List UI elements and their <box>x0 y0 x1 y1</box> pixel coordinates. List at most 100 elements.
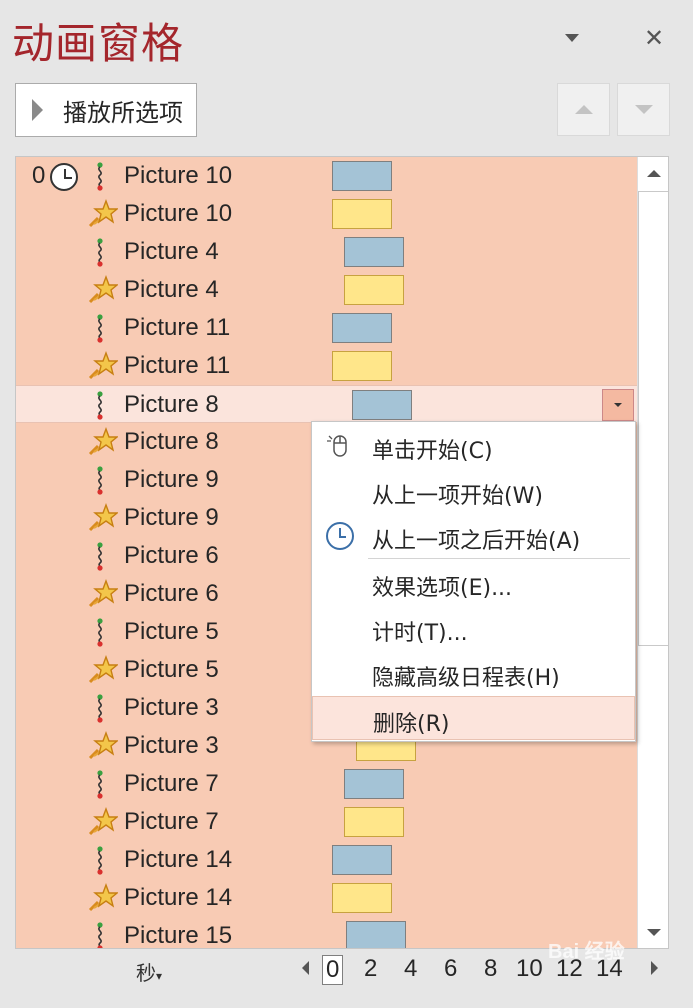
scroll-down-icon <box>646 928 661 936</box>
context-menu: 单击开始(C) 从上一项开始(W) 从上一项之后开始(A) 效果选项(E)... 计时(… <box>311 421 636 742</box>
animation-label: Picture 5 <box>124 618 219 645</box>
animation-row[interactable]: Picture 4 <box>16 271 637 309</box>
motion-path-icon <box>86 464 118 496</box>
mouse-icon <box>326 432 354 460</box>
motion-path-icon <box>86 389 118 421</box>
clock-icon <box>326 522 354 550</box>
arrow-down-icon <box>634 105 653 114</box>
animation-label: Picture 9 <box>124 466 219 493</box>
animation-label: Picture 8 <box>124 428 219 455</box>
scroll-thumb[interactable] <box>638 191 668 646</box>
animation-label: Picture 11 <box>124 314 231 341</box>
timing-bar[interactable] <box>332 199 392 229</box>
animation-row[interactable]: 0 Picture 10 <box>16 157 637 195</box>
play-icon <box>32 99 43 121</box>
play-selected-button[interactable]: 播放所选项 <box>15 83 197 137</box>
timing-bar[interactable] <box>332 161 392 191</box>
timeline-tick: 8 <box>484 955 498 982</box>
context-menu-item-label: 单击开始(C) <box>372 439 493 464</box>
animation-label: Picture 14 <box>124 884 233 911</box>
emphasis-star-icon <box>86 350 119 382</box>
timeline-tick: 2 <box>364 955 378 982</box>
row-dropdown-button[interactable] <box>602 389 634 421</box>
animation-label: Picture 15 <box>124 922 233 949</box>
context-menu-item[interactable]: 从上一项之后开始(A) <box>312 514 635 558</box>
animation-row[interactable]: Picture 4 <box>16 233 637 271</box>
context-menu-item-label: 效果选项(E)... <box>372 576 513 601</box>
watermark: Bai 经验 <box>548 941 625 963</box>
context-menu-item[interactable]: 从上一项开始(W) <box>312 469 635 513</box>
context-menu-item-label: 从上一项之后开始(A) <box>372 529 581 554</box>
motion-path-icon <box>86 616 118 648</box>
start-number: 0 <box>32 162 46 189</box>
timing-bar[interactable] <box>352 390 412 420</box>
animation-label: Picture 14 <box>124 846 233 873</box>
animation-row[interactable]: Picture 11 <box>16 347 637 385</box>
animation-label: Picture 5 <box>124 656 219 683</box>
animation-row[interactable]: Picture 7 <box>16 765 637 803</box>
animation-label: Picture 6 <box>124 580 219 607</box>
timeline-tick: 6 <box>444 955 458 982</box>
emphasis-star-icon <box>86 274 119 306</box>
context-menu-item[interactable]: 删除(R) <box>312 696 635 740</box>
timeline-tick: 0 <box>322 955 344 985</box>
animation-label: Picture 3 <box>124 732 219 759</box>
move-down-button[interactable] <box>617 83 670 136</box>
seconds-dropdown[interactable]: 秒▾ <box>136 957 162 986</box>
play-selected-label: 播放所选项 <box>63 98 183 127</box>
context-menu-item[interactable]: 单击开始(C) <box>312 424 635 468</box>
emphasis-star-icon <box>86 578 119 610</box>
timing-bar[interactable] <box>344 275 404 305</box>
timing-bar[interactable] <box>332 883 392 913</box>
animation-row[interactable]: Picture 14 <box>16 841 637 879</box>
animation-row[interactable]: Picture 14 <box>16 879 637 917</box>
timing-bar[interactable] <box>344 237 404 267</box>
animation-row[interactable]: Picture 15 <box>16 917 637 949</box>
animation-label: Picture 7 <box>124 770 219 797</box>
context-menu-item[interactable]: 计时(T)... <box>312 606 635 650</box>
pane-options-button[interactable] <box>556 22 588 54</box>
chevron-down-icon <box>565 33 579 42</box>
scroll-down-button[interactable] <box>638 916 668 948</box>
timing-bar[interactable] <box>344 807 404 837</box>
timeline-scroll-right-icon[interactable] <box>651 961 658 975</box>
emphasis-star-icon <box>86 806 119 838</box>
animation-label: Picture 10 <box>124 200 233 227</box>
list-scrollbar[interactable] <box>637 157 668 948</box>
timing-bar[interactable] <box>346 921 406 948</box>
motion-path-icon <box>86 160 118 192</box>
timing-bar[interactable] <box>332 845 392 875</box>
animation-label: Picture 3 <box>124 694 219 721</box>
timing-bar[interactable] <box>332 313 392 343</box>
motion-path-icon <box>86 768 118 800</box>
timeline-scroll-left-icon[interactable] <box>302 961 309 975</box>
emphasis-star-icon <box>86 502 119 534</box>
motion-path-icon <box>86 920 118 948</box>
animation-row[interactable]: Picture 7 <box>16 803 637 841</box>
animation-label: Picture 4 <box>124 276 219 303</box>
animation-row[interactable]: Picture 10 <box>16 195 637 233</box>
animation-row[interactable]: Picture 11 <box>16 309 637 347</box>
animation-label: Picture 8 <box>124 391 219 418</box>
move-up-button[interactable] <box>557 83 610 136</box>
timing-bar[interactable] <box>332 351 392 381</box>
timing-bar[interactable] <box>344 769 404 799</box>
animation-row[interactable]: Picture 8 <box>16 385 637 423</box>
emphasis-star-icon <box>86 198 119 230</box>
context-menu-item-label: 从上一项开始(W) <box>372 484 543 509</box>
pane-title: 动画窗格 <box>12 19 185 68</box>
scroll-up-icon <box>646 169 661 177</box>
animation-label: Picture 9 <box>124 504 219 531</box>
animation-label: Picture 11 <box>124 352 231 379</box>
scroll-up-button[interactable] <box>638 157 668 189</box>
context-menu-item[interactable]: 隐藏高级日程表(H) <box>312 651 635 695</box>
animation-label: Picture 7 <box>124 808 219 835</box>
motion-path-icon <box>86 236 118 268</box>
context-menu-item[interactable]: 效果选项(E)... <box>312 561 635 605</box>
timeline-tick: 4 <box>404 955 418 982</box>
emphasis-star-icon <box>86 730 119 762</box>
emphasis-star-icon <box>86 426 119 458</box>
motion-path-icon <box>86 692 118 724</box>
close-pane-button[interactable]: ✕ <box>638 22 670 54</box>
emphasis-star-icon <box>86 882 119 914</box>
